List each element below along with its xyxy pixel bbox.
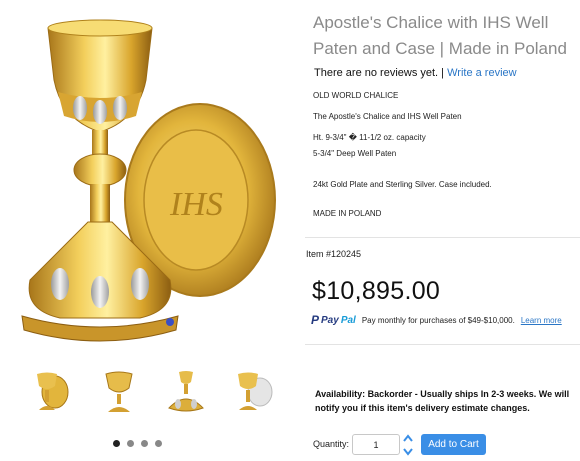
description-line-3: Ht. 9-3/4" � 11-1/2 oz. capacity bbox=[313, 133, 426, 142]
carousel-dot-2[interactable] bbox=[127, 440, 134, 447]
paypal-learn-more-link[interactable]: Learn more bbox=[521, 316, 562, 325]
write-review-link[interactable]: Write a review bbox=[447, 67, 516, 79]
thumbnail-1[interactable] bbox=[18, 363, 85, 419]
carousel-dots bbox=[113, 440, 162, 447]
thumbnail-3[interactable] bbox=[152, 363, 219, 419]
carousel-dot-1[interactable] bbox=[113, 440, 120, 447]
quantity-stepper[interactable] bbox=[402, 433, 414, 457]
availability-notice: Availability: Backorder - Usually ships … bbox=[315, 389, 570, 413]
paypal-logo-pay: Pay bbox=[321, 314, 339, 326]
divider-middle bbox=[305, 344, 580, 345]
product-page: IHS Apostle's Chalice with IHS Well Pate… bbox=[0, 0, 580, 461]
add-to-cart-button[interactable]: Add to Cart bbox=[421, 434, 486, 455]
main-product-image[interactable]: IHS bbox=[0, 0, 300, 360]
paypal-p-icon: P bbox=[311, 313, 320, 327]
reviews-line: There are no reviews yet. | Write a revi… bbox=[314, 67, 517, 79]
quantity-input[interactable] bbox=[352, 434, 400, 455]
chalice-thumb-image bbox=[36, 372, 68, 410]
product-title: Apostle's Chalice with IHS Well Paten an… bbox=[313, 13, 567, 58]
carousel-dot-3[interactable] bbox=[141, 440, 148, 447]
divider-top bbox=[305, 237, 580, 238]
description-line-2: The Apostle's Chalice and IHS Well Paten bbox=[313, 112, 462, 121]
thumbnail-4[interactable] bbox=[219, 363, 286, 419]
chalice-thumb-image bbox=[237, 372, 272, 410]
chalice-image: IHS bbox=[21, 19, 276, 342]
chalice-thumb-image bbox=[104, 371, 133, 412]
description-line-1: OLD WORLD CHALICE bbox=[313, 91, 399, 100]
description-line-6: MADE IN POLAND bbox=[313, 209, 382, 218]
paypal-banner: P Pay Pal Pay monthly for purchases of $4… bbox=[311, 313, 562, 327]
carousel-dot-4[interactable] bbox=[155, 440, 162, 447]
no-reviews-text: There are no reviews yet. | bbox=[314, 67, 445, 79]
description-line-5: 24kt Gold Plate and Sterling Silver. Cas… bbox=[313, 180, 492, 189]
quantity-label: Quantity: bbox=[313, 439, 350, 449]
product-price: $10,895.00 bbox=[312, 277, 441, 305]
item-number: Item #120245 bbox=[306, 249, 362, 259]
paypal-logo-pal: Pal bbox=[340, 314, 356, 326]
chevron-down-icon[interactable] bbox=[402, 447, 414, 457]
paypal-logo-icon: P Pay Pal bbox=[311, 313, 356, 327]
svg-text:IHS: IHS bbox=[169, 186, 223, 223]
thumbnail-strip bbox=[18, 363, 288, 419]
chevron-up-icon[interactable] bbox=[402, 433, 414, 443]
chalice-thumb-image bbox=[167, 371, 204, 412]
description-line-4: 5-3/4" Deep Well Paten bbox=[313, 149, 397, 158]
paypal-text: Pay monthly for purchases of $49-$10,000… bbox=[361, 315, 515, 325]
thumbnail-2[interactable] bbox=[85, 363, 152, 419]
